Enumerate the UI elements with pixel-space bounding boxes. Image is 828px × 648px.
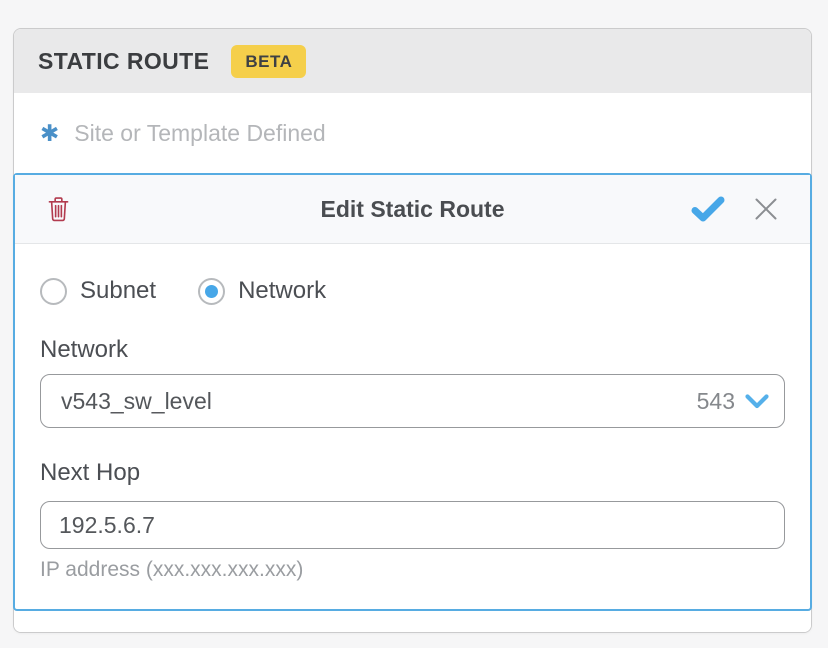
editor-title: Edit Static Route xyxy=(320,196,504,223)
next-hop-field: Next Hop IP address (xxx.xxx.xxx.xxx) xyxy=(40,459,785,582)
next-hop-input[interactable] xyxy=(40,501,785,549)
radio-network[interactable]: Network xyxy=(198,277,326,305)
network-field: Network v543_sw_level 543 xyxy=(40,336,785,428)
radio-subnet-label: Subnet xyxy=(80,277,156,305)
network-field-label: Network xyxy=(40,336,785,364)
next-hop-helper-text: IP address (xxx.xxx.xxx.xxx) xyxy=(40,558,785,582)
radio-network-circle xyxy=(198,278,225,305)
radio-subnet[interactable]: Subnet xyxy=(40,277,156,305)
card-header: STATIC ROUTE BETA xyxy=(14,29,811,93)
site-defined-label: Site or Template Defined xyxy=(74,120,325,147)
x-icon xyxy=(753,196,779,222)
next-hop-field-label: Next Hop xyxy=(40,459,785,487)
card-title: STATIC ROUTE xyxy=(38,48,209,75)
check-icon xyxy=(691,196,725,222)
network-dropdown-value: v543_sw_level xyxy=(61,388,212,415)
static-route-card: STATIC ROUTE BETA ✱ Site or Template Def… xyxy=(13,28,812,633)
editor-actions xyxy=(691,196,779,222)
beta-badge: BETA xyxy=(231,45,306,78)
site-template-defined-row[interactable]: ✱ Site or Template Defined xyxy=(14,93,811,173)
close-button[interactable] xyxy=(753,196,779,222)
edit-static-route-panel: Edit Static Route xyxy=(13,173,812,611)
radio-subnet-circle xyxy=(40,278,67,305)
asterisk-icon: ✱ xyxy=(40,122,59,145)
network-dropdown[interactable]: v543_sw_level 543 xyxy=(40,374,785,428)
editor-body: Subnet Network Network v543_sw_level 543 xyxy=(15,244,810,582)
card-footer xyxy=(14,611,811,632)
route-type-radio-group: Subnet Network xyxy=(40,277,785,305)
confirm-button[interactable] xyxy=(691,196,725,222)
vlan-id-badge: 543 xyxy=(697,388,735,415)
trash-icon xyxy=(48,196,69,222)
chevron-down-icon xyxy=(745,394,769,409)
editor-header: Edit Static Route xyxy=(15,175,810,244)
delete-button[interactable] xyxy=(48,196,69,222)
radio-network-label: Network xyxy=(238,277,326,305)
